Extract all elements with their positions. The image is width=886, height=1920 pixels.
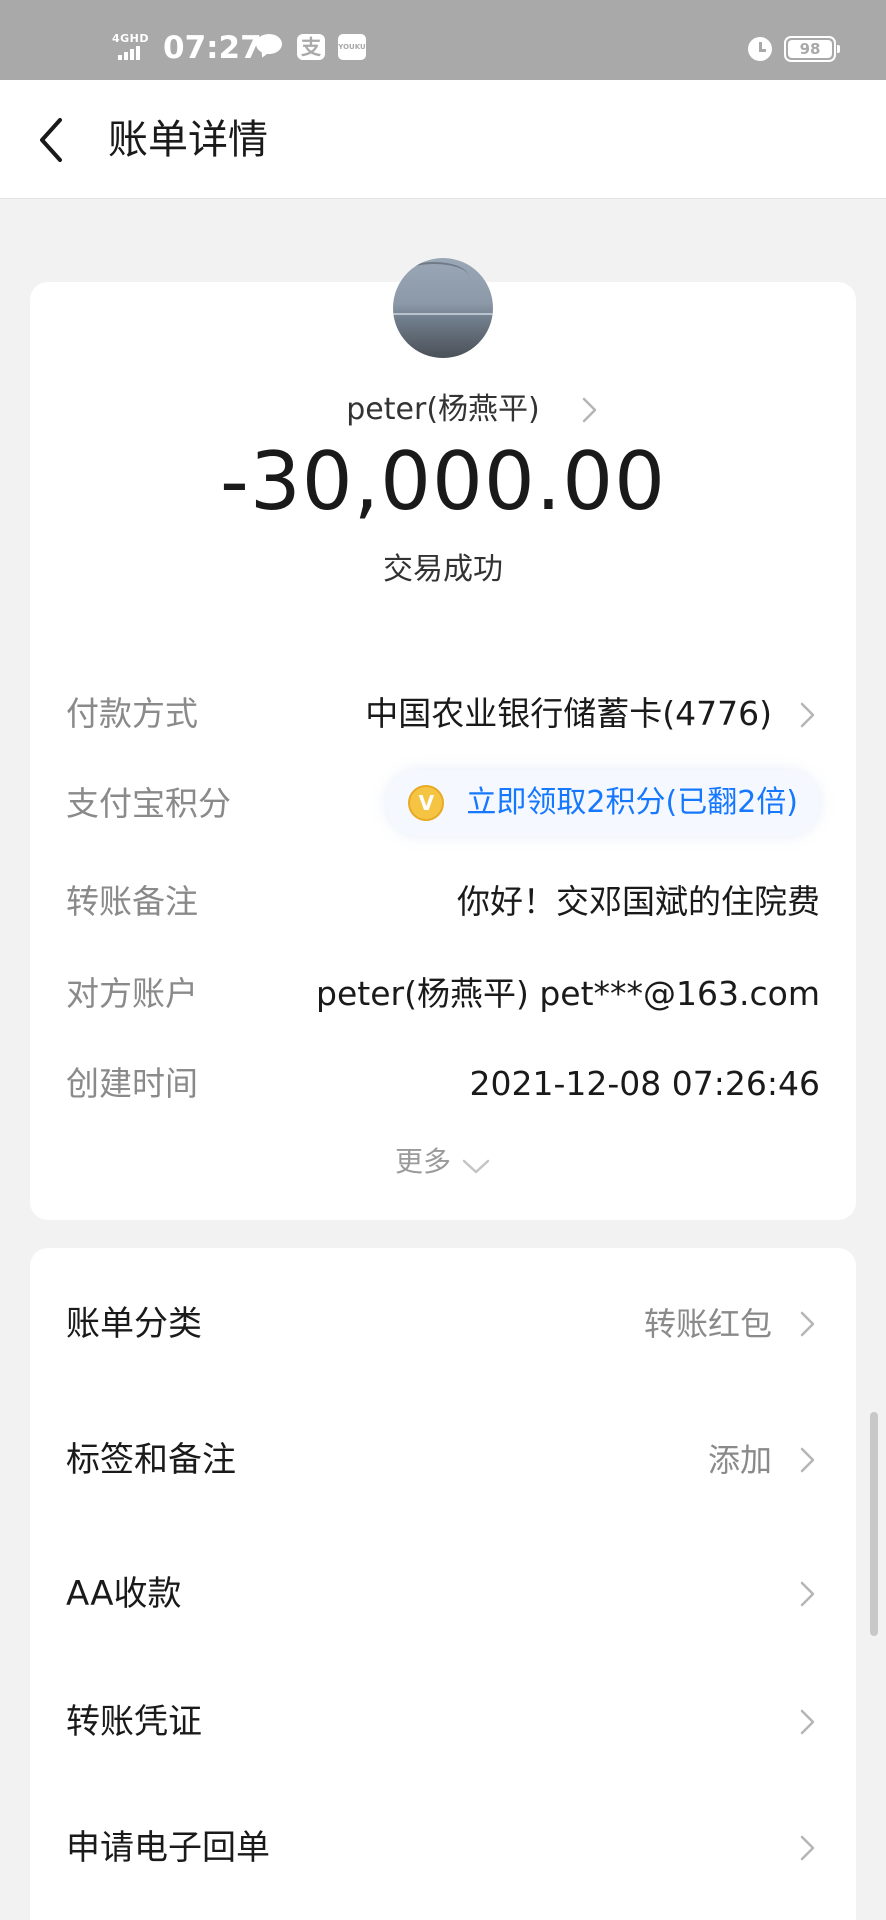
back-arrow-icon — [40, 118, 62, 162]
account-value: peter(杨燕平) pet***@163.com — [316, 974, 820, 1013]
chevron-right-icon — [796, 1831, 820, 1865]
claim-points-label: 立即领取2积分(已翻2倍) — [466, 785, 798, 820]
chevron-right-icon — [796, 1705, 820, 1739]
counterparty-account-row: 对方账户 peter(杨燕平) pet***@163.com — [30, 966, 856, 1022]
transfer-voucher-row[interactable]: 转账凭证 — [30, 1692, 856, 1752]
battery-level: 98 — [788, 40, 832, 58]
chevron-down-icon — [461, 1157, 491, 1177]
signal-icon: 4GHD — [112, 32, 156, 62]
points-label: 支付宝积分 — [66, 784, 231, 823]
payment-method-row[interactable]: 付款方式 中国农业银行储蓄卡(4776) — [30, 686, 856, 742]
transaction-status: 交易成功 — [383, 552, 503, 587]
bill-category-label: 账单分类 — [66, 1304, 202, 1344]
alarm-icon — [746, 34, 774, 62]
chevron-right-icon — [796, 698, 820, 732]
back-button[interactable] — [30, 110, 80, 170]
e-receipt-row[interactable]: 申请电子回单 — [30, 1818, 856, 1878]
memo-row: 转账备注 你好！交邓国斌的住院费 — [30, 874, 856, 930]
tags-notes-row[interactable]: 标签和备注 添加 — [30, 1430, 856, 1490]
actions-card: 账单分类 转账红包 标签和备注 添加 AA收款 转账凭证 申请电子回单 — [30, 1248, 856, 1920]
coin-icon: V — [408, 785, 445, 821]
tags-notes-value: 添加 — [707, 1441, 772, 1479]
memo-value: 你好！交邓国斌的住院费 — [457, 882, 820, 921]
more-label: 更多 — [394, 1145, 451, 1178]
aa-collect-row[interactable]: AA收款 — [30, 1564, 856, 1624]
payment-method-label: 付款方式 — [66, 694, 198, 733]
network-type: 4GHD — [112, 32, 150, 45]
aa-collect-label: AA收款 — [66, 1574, 182, 1614]
account-label: 对方账户 — [66, 974, 198, 1013]
transaction-amount: -30,000.00 — [219, 435, 666, 528]
chevron-right-icon[interactable] — [578, 393, 602, 427]
youku-notification-icon: YOUKU — [338, 34, 366, 60]
claim-points-button[interactable]: V 立即领取2积分(已翻2倍) — [386, 770, 820, 836]
more-button[interactable]: 更多 — [30, 1142, 856, 1182]
alipay-notification-icon: 支 — [297, 34, 325, 60]
status-time: 07:27 — [163, 30, 262, 66]
bill-category-row[interactable]: 账单分类 转账红包 — [30, 1294, 856, 1354]
avatar[interactable] — [393, 258, 493, 358]
created-time-row: 创建时间 2021-12-08 07:26:46 — [30, 1056, 856, 1112]
memo-label: 转账备注 — [66, 882, 198, 921]
payment-method-value: 中国农业银行储蓄卡(4776) — [365, 694, 772, 733]
battery-icon: 98 — [784, 36, 840, 62]
nav-bar: 账单详情 — [0, 80, 886, 199]
transaction-card: peter(杨燕平) -30,000.00 交易成功 付款方式 中国农业银行储蓄… — [30, 258, 856, 1220]
page-title: 账单详情 — [108, 117, 268, 163]
points-row: 支付宝积分 V 立即领取2积分(已翻2倍) — [30, 770, 856, 836]
created-time-label: 创建时间 — [66, 1064, 198, 1103]
chevron-right-icon — [796, 1307, 820, 1341]
chevron-right-icon — [796, 1443, 820, 1477]
scrollbar[interactable] — [870, 1412, 878, 1636]
payee-name[interactable]: peter(杨燕平) — [30, 388, 856, 432]
chat-bubble-icon — [256, 34, 284, 60]
bill-category-value: 转账红包 — [643, 1305, 772, 1343]
chevron-right-icon — [796, 1577, 820, 1611]
transfer-voucher-label: 转账凭证 — [66, 1702, 202, 1742]
created-time-value: 2021-12-08 07:26:46 — [469, 1064, 820, 1103]
e-receipt-label: 申请电子回单 — [66, 1828, 270, 1868]
tags-notes-label: 标签和备注 — [66, 1440, 236, 1480]
status-bar: 4GHD 07:27 支 YOUKU 98 — [0, 0, 886, 80]
